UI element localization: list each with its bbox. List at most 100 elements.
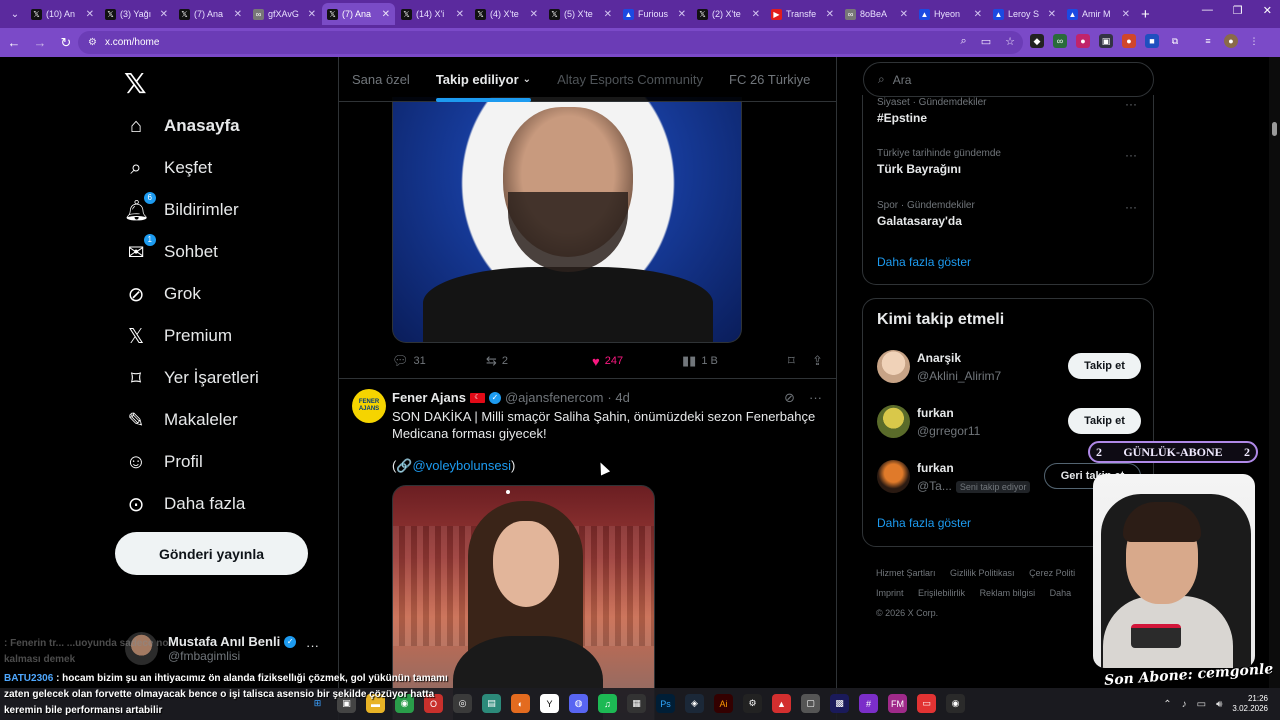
follow-suggestion[interactable]: Anarşik @Aklini_Alirim7 Takip et xyxy=(877,350,1141,386)
back-icon[interactable]: ← xyxy=(2,35,26,50)
settings-icon[interactable]: ⚙ xyxy=(743,694,762,713)
bookmark-button[interactable]: ⌑ xyxy=(788,353,812,369)
app-icon[interactable]: ▤ xyxy=(482,694,501,713)
reading-list-icon[interactable]: ≡ xyxy=(1201,34,1215,48)
url-bar[interactable]: ⚙ x.com/home ⌕ ▭ ☆ xyxy=(78,31,1023,54)
browser-tab[interactable]: 𝕏 (4) X'te ✕ xyxy=(470,3,543,25)
acrobat-icon[interactable]: ▲ xyxy=(772,694,791,713)
spotify-icon[interactable]: ♫ xyxy=(598,694,617,713)
volume-icon[interactable]: 🔊︎ xyxy=(1216,699,1222,710)
app-icon[interactable]: ▢ xyxy=(801,694,820,713)
sidebar-item-makaleler[interactable]: ✎ Makaleler xyxy=(124,403,238,437)
who-to-follow-show-more-link[interactable]: Daha fazla göster xyxy=(877,516,971,530)
x-logo-icon[interactable]: 𝕏 xyxy=(124,67,147,100)
more-dots-icon[interactable]: ··· xyxy=(1125,200,1137,214)
extension-blue-icon[interactable]: ■ xyxy=(1145,34,1159,48)
close-tab-icon[interactable]: ✕ xyxy=(86,9,94,20)
browser-tab[interactable]: 𝕏 (3) Yağı ✕ xyxy=(100,3,173,25)
tray-arrow-icon[interactable]: ⌃ xyxy=(1163,699,1171,710)
trend-item[interactable]: Türkiye tarihinde gündemde Türk Bayrağın… xyxy=(877,148,1137,176)
browser-tab[interactable]: 𝕏 (10) An ✕ xyxy=(26,3,99,25)
sidebar-item-bildirimler[interactable]: 🔔︎ 6 Bildirimler xyxy=(124,191,239,227)
author-name[interactable]: Fener Ajans xyxy=(392,390,466,405)
follow-suggestion[interactable]: furkan @grregor11 Takip et xyxy=(877,405,1141,441)
forward-icon[interactable]: → xyxy=(28,35,52,50)
like-button[interactable]: ♥ 247 xyxy=(592,354,682,369)
zoom-icon[interactable]: ⌕ xyxy=(961,35,967,48)
sidebar-item-yer-i-şaretleri[interactable]: ⌑ Yer İşaretleri xyxy=(124,361,259,395)
clock[interactable]: 21:26 3.02.2026 xyxy=(1232,694,1268,714)
post-image[interactable] xyxy=(392,97,742,343)
tab-altay-esports[interactable]: Altay Esports Community xyxy=(544,57,716,102)
illustrator-icon[interactable]: Ai xyxy=(714,694,733,713)
scrollbar-thumb[interactable] xyxy=(1272,122,1277,136)
extension-orange-icon[interactable]: ● xyxy=(1122,34,1136,48)
follow-button[interactable]: Takip et xyxy=(1068,408,1141,434)
footer-link[interactable]: Erişilebilirlik xyxy=(918,588,965,598)
footer-link[interactable]: Imprint xyxy=(876,588,904,598)
epic-icon[interactable]: ▦ xyxy=(627,694,646,713)
mic-tray-icon[interactable]: ♪ xyxy=(1182,699,1187,710)
app-icon[interactable]: ▩ xyxy=(830,694,849,713)
footer-link[interactable]: Hizmet Şartları xyxy=(876,568,936,578)
app-y-icon[interactable]: Y xyxy=(540,694,559,713)
new-tab-button[interactable]: + xyxy=(1141,6,1150,23)
browser-tab[interactable]: 𝕏 (14) X'i ✕ xyxy=(396,3,469,25)
close-tab-icon[interactable]: ✕ xyxy=(752,9,760,20)
browser-tab[interactable]: ▲ Furious ✕ xyxy=(618,3,691,25)
sidebar-item-profil[interactable]: ☺ Profil xyxy=(124,445,203,479)
browser-tab[interactable]: ▲ Leroy S ✕ xyxy=(988,3,1061,25)
extensions-puzzle-icon[interactable]: ⧉ xyxy=(1168,34,1182,48)
close-tab-icon[interactable]: ✕ xyxy=(1122,9,1130,20)
app-icon[interactable]: ▭ xyxy=(917,694,936,713)
views-button[interactable]: ▮▮ 1 B xyxy=(682,353,788,369)
close-tab-icon[interactable]: ✕ xyxy=(900,9,908,20)
avatar[interactable]: FENER AJANS xyxy=(352,389,386,423)
tab-takip-ediliyor[interactable]: Takip ediliyor ⌄ xyxy=(423,57,544,102)
tab-search-dropdown[interactable]: ⌄ xyxy=(4,4,26,24)
site-info-icon[interactable]: ⚙ xyxy=(88,37,97,48)
more-dots-icon[interactable]: ··· xyxy=(809,390,822,406)
extension-pink-icon[interactable]: ● xyxy=(1076,34,1090,48)
close-window-icon[interactable]: ✕ xyxy=(1263,4,1272,17)
fm-icon[interactable]: FM xyxy=(888,694,907,713)
search-input[interactable]: ⌕ Ara xyxy=(863,62,1154,97)
sidebar-item-anasayfa[interactable]: ⌂ Anasayfa xyxy=(124,109,240,143)
browser-tab[interactable]: ∞ 8oBeA ✕ xyxy=(840,3,913,25)
more-dots-icon[interactable]: ··· xyxy=(1125,97,1137,111)
author-handle[interactable]: @ajansfenercom xyxy=(505,390,603,405)
tab-sana-ozel[interactable]: Sana özel xyxy=(339,57,423,102)
bookmark-star-icon[interactable]: ☆ xyxy=(1005,35,1015,48)
close-tab-icon[interactable]: ✕ xyxy=(382,9,390,20)
network-icon[interactable]: ▭ xyxy=(1197,699,1206,710)
sidebar-item-daha-fazla[interactable]: ⊙ Daha fazla xyxy=(124,487,246,521)
close-tab-icon[interactable]: ✕ xyxy=(974,9,982,20)
firefox-icon[interactable]: ◐ xyxy=(511,694,530,713)
obs-icon[interactable]: ◉ xyxy=(946,694,965,713)
extension-window-icon[interactable]: ▣ xyxy=(1099,34,1113,48)
grok-icon[interactable]: ⊘ xyxy=(784,390,795,406)
sidebar-item-grok[interactable]: ⊘ Grok xyxy=(124,277,201,311)
close-tab-icon[interactable]: ✕ xyxy=(160,9,168,20)
close-tab-icon[interactable]: ✕ xyxy=(234,9,242,20)
close-tab-icon[interactable]: ✕ xyxy=(826,9,834,20)
photoshop-icon[interactable]: Ps xyxy=(656,694,675,713)
profile-avatar-icon[interactable]: ● xyxy=(1224,34,1238,48)
browser-tab[interactable]: 𝕏 (7) Ana ✕ xyxy=(322,3,395,25)
sidebar-item-sohbet[interactable]: ✉ 1 Sohbet xyxy=(124,233,218,269)
footer-link[interactable]: Gizlilik Politikası xyxy=(950,568,1015,578)
trends-show-more-link[interactable]: Daha fazla göster xyxy=(877,255,971,269)
share-button[interactable]: ⇪ xyxy=(812,353,823,369)
close-tab-icon[interactable]: ✕ xyxy=(1048,9,1056,20)
cast-icon[interactable]: ▭ xyxy=(981,35,991,48)
follow-button[interactable]: Takip et xyxy=(1068,353,1141,379)
tab-fc26-turkiye[interactable]: FC 26 Türkiye xyxy=(716,57,823,102)
sidebar-item-keşfet[interactable]: ⌕ Keşfet xyxy=(124,151,212,185)
browser-tab[interactable]: 𝕏 (2) X'te ✕ xyxy=(692,3,765,25)
extension-diamond-icon[interactable]: ◆ xyxy=(1030,34,1044,48)
browser-tab[interactable]: ▶ Transfe ✕ xyxy=(766,3,839,25)
browser-tab[interactable]: ∞ gfXAvG ✕ xyxy=(248,3,321,25)
close-tab-icon[interactable]: ✕ xyxy=(456,9,464,20)
reload-icon[interactable]: ↻ xyxy=(54,35,78,51)
more-dots-icon[interactable]: ··· xyxy=(306,638,319,653)
